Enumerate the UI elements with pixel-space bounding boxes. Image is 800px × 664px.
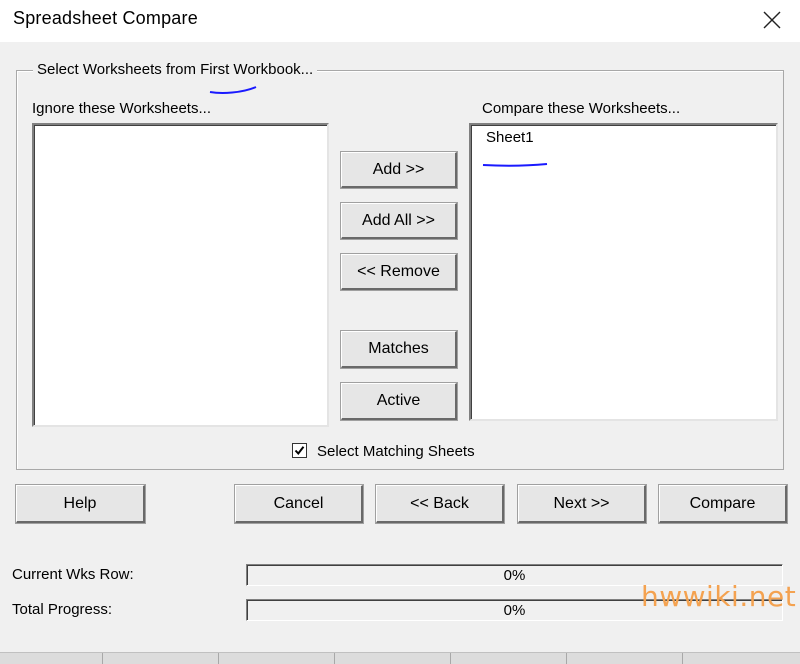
ignore-worksheets-list[interactable] xyxy=(32,123,329,427)
compare-button[interactable]: Compare xyxy=(658,484,788,524)
help-button[interactable]: Help xyxy=(15,484,146,524)
current-wks-row-label: Current Wks Row: xyxy=(12,566,134,583)
checkmark-icon xyxy=(294,446,305,456)
remove-button[interactable]: << Remove xyxy=(340,253,458,291)
close-button[interactable] xyxy=(750,0,794,40)
cancel-button[interactable]: Cancel xyxy=(234,484,364,524)
matches-button[interactable]: Matches xyxy=(340,330,458,369)
compare-worksheets-label: Compare these Worksheets... xyxy=(482,100,681,117)
watermark: hwwiki.net xyxy=(641,580,797,613)
add-all-button[interactable]: Add All >> xyxy=(340,202,458,240)
add-button[interactable]: Add >> xyxy=(340,151,458,189)
list-item-sheet1[interactable]: Sheet1 xyxy=(486,129,534,146)
back-button[interactable]: << Back xyxy=(375,484,505,524)
window-title: Spreadsheet Compare xyxy=(13,8,198,28)
group-legend: Select Worksheets from First Workbook... xyxy=(33,61,318,78)
spreadsheet-background-strip xyxy=(0,652,800,664)
dialog-body: Select Worksheets from First Workbook...… xyxy=(0,42,800,664)
total-progress-label: Total Progress: xyxy=(12,601,113,618)
compare-worksheets-list[interactable]: Sheet1 xyxy=(469,123,778,421)
title-bar: Spreadsheet Compare xyxy=(0,0,800,42)
select-matching-sheets-checkbox[interactable] xyxy=(292,443,307,458)
next-button[interactable]: Next >> xyxy=(517,484,647,524)
select-matching-sheets-label[interactable]: Select Matching Sheets xyxy=(317,443,475,460)
active-button[interactable]: Active xyxy=(340,382,458,421)
ignore-worksheets-label: Ignore these Worksheets... xyxy=(32,100,211,117)
close-icon xyxy=(763,11,781,29)
